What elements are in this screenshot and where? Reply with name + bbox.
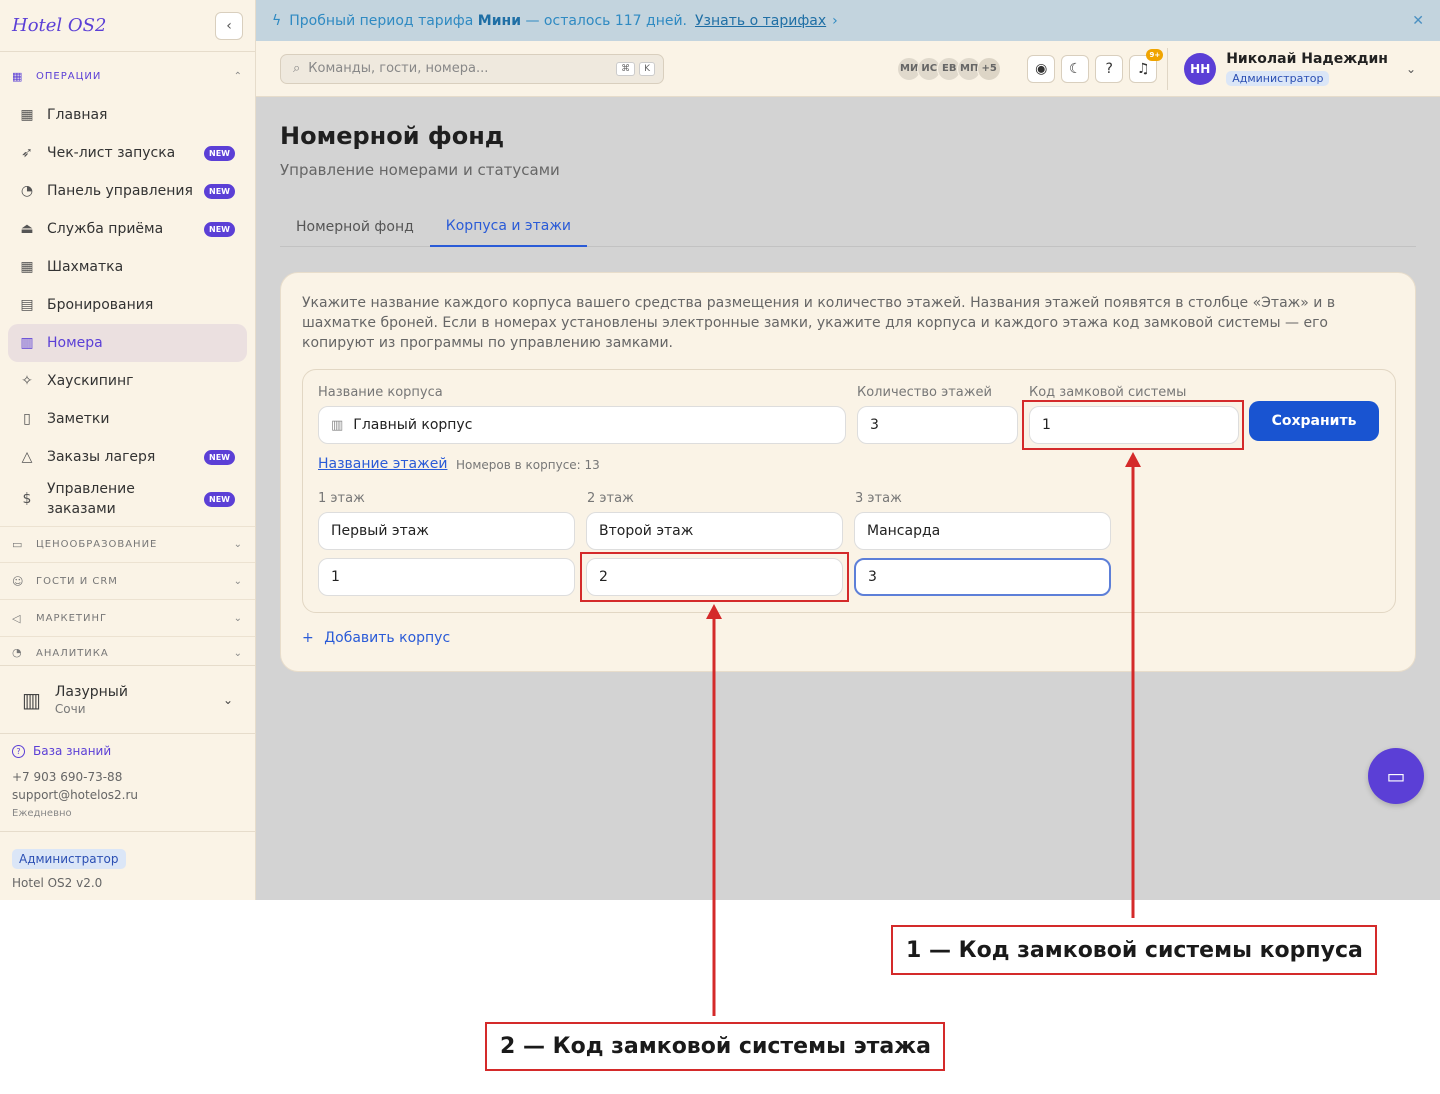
arrow-2 (706, 604, 722, 1016)
callout-floor-lock-code: 2 — Код замковой системы этажа (485, 1022, 945, 1071)
arrow-head (1125, 452, 1141, 467)
arrow-head (706, 604, 722, 619)
arrow-1 (1125, 452, 1141, 918)
callout-building-lock-code: 1 — Код замковой системы корпуса (891, 925, 1377, 975)
